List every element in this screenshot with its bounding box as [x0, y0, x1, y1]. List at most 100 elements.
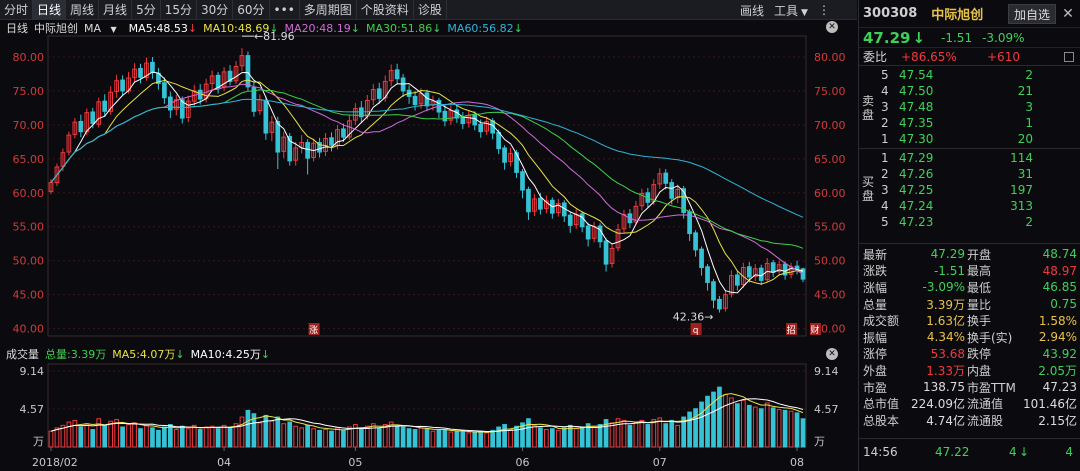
candle-body [538, 197, 543, 210]
candle-body [305, 142, 310, 159]
volume-bar [651, 419, 657, 448]
volume-bar [460, 431, 466, 448]
volume-bar [645, 424, 651, 448]
tick-row: 14:56 47.22 4 ↓ 4 [859, 443, 1080, 461]
volume-bar [162, 426, 167, 448]
stat-label: 市盈 [863, 380, 888, 395]
tick-time: 14:56 [863, 445, 898, 459]
order-book-row[interactable]: 5 47.54 2 [859, 67, 1080, 83]
close-icon[interactable]: ✕ [1060, 4, 1076, 24]
candle-body [800, 268, 806, 280]
candle-body [573, 214, 579, 226]
low-annotation: 42.36→ [673, 311, 714, 324]
order-level: 1 [881, 132, 889, 146]
order-book-row[interactable]: 4 47.24 313 [859, 198, 1080, 214]
more-options-icon[interactable]: ⋮ [813, 3, 835, 17]
volume-bar [788, 410, 794, 448]
stat-label: 流通值 [967, 397, 1004, 412]
stat-label: 涨跌 [863, 264, 888, 279]
quote-stats: 最新 47.29 开盘 48.74 涨跌 -1.51 最高 48.97 涨幅 -3.09% 最低 46… [859, 246, 1080, 429]
ma60-line [50, 98, 804, 218]
period-tab[interactable]: 周线 [66, 0, 100, 20]
candle-body [197, 89, 203, 100]
volume-bar [72, 419, 78, 448]
stock-name: 中际旭创 [931, 8, 984, 23]
period-tab[interactable]: 诊股 [414, 0, 447, 20]
volume-bar [227, 427, 233, 448]
stat-label: 涨停 [863, 347, 888, 362]
candle-body [454, 109, 460, 119]
order-book-row[interactable]: 3 47.25 197 [859, 182, 1080, 198]
weibi-row: 委比 +86.65% +610 [859, 48, 1080, 66]
candle-body [740, 266, 746, 285]
candle-body [705, 266, 710, 283]
period-tab[interactable]: 30分 [197, 0, 234, 20]
order-book-row[interactable]: 2 47.35 1 [859, 115, 1080, 131]
candle-body [597, 225, 603, 243]
volume-bar [502, 424, 507, 448]
candle-body [394, 69, 400, 80]
order-price: 47.30 [899, 132, 934, 146]
stat-value: 224.09亿 [911, 397, 965, 412]
candle-body [370, 89, 376, 101]
candle-body [693, 232, 698, 251]
period-tab[interactable]: 多周期图 [300, 0, 357, 20]
volume-bar [472, 431, 478, 448]
period-tab[interactable]: 日线 [33, 0, 67, 20]
settings-square-icon[interactable] [1064, 52, 1074, 62]
candle-body [746, 266, 752, 278]
stock-terminal: { "toolbar": { "tabs": ["分时","日线","周线","… [0, 0, 1080, 471]
period-tab[interactable]: 个股资料 [357, 0, 414, 20]
order-book-row[interactable]: 4 47.50 21 [859, 83, 1080, 99]
order-book-row[interactable]: 3 47.48 3 [859, 99, 1080, 115]
order-level: 2 [881, 167, 889, 181]
volume-bar [770, 407, 776, 448]
volume-bar [699, 401, 704, 448]
stat-label: 总市值 [863, 397, 900, 412]
candle-body [215, 74, 221, 89]
stat-label: 换手 [967, 314, 992, 329]
volume-bar [78, 426, 84, 448]
add-watchlist-button[interactable]: 加自选 [1007, 4, 1056, 24]
period-tab[interactable]: ••• [270, 0, 300, 20]
period-tab[interactable]: 15分 [161, 0, 197, 20]
volume-bar [376, 427, 382, 448]
x-axis-label: 2018/02 [32, 456, 78, 469]
period-tab[interactable]: 月线 [99, 0, 133, 20]
candle-body [502, 147, 507, 163]
kline-chart[interactable]: 80.00 80.00 75.00 75.00 70.00 70.00 65.00 65.00… [0, 0, 857, 471]
order-price: 47.26 [899, 167, 934, 181]
order-book-row[interactable]: 5 47.23 2 [859, 214, 1080, 230]
price-row: 47.29 ↓ -1.51 -3.09% [859, 28, 1080, 48]
down-arrow-icon: ↓ [912, 28, 926, 47]
sell-side-label: 卖盘 [862, 94, 875, 122]
candle-body [275, 120, 281, 153]
period-tab[interactable]: 60分 [233, 0, 270, 20]
draw-line-button[interactable]: 画线 [735, 2, 769, 19]
stock-code: 300308 [863, 6, 918, 21]
order-book-row[interactable]: 1 47.30 20 [859, 131, 1080, 147]
candle-body [388, 70, 394, 82]
volume-title: 成交量 [6, 348, 39, 361]
volume-bar [675, 424, 681, 448]
stat-label: 振幅 [863, 330, 888, 345]
candle-body [788, 266, 794, 275]
arrow-down-icon: ↓ [350, 21, 360, 35]
candle-body [329, 137, 334, 146]
period-tab[interactable]: 5分 [132, 0, 161, 20]
close-volume-icon[interactable]: ✕ [826, 348, 838, 360]
close-ma-icon[interactable]: ✕ [826, 21, 838, 33]
tools-menu-button[interactable]: 工具 ▼ [769, 2, 813, 19]
volume-bar [96, 418, 102, 448]
stat-label: 换手(实) [967, 330, 1013, 345]
period-tab[interactable]: 分时 [0, 0, 34, 20]
ma10-line [50, 79, 804, 285]
order-book-row[interactable]: 2 47.26 31 [859, 166, 1080, 182]
order-price: 47.48 [899, 100, 934, 114]
candle-body [514, 152, 519, 173]
volume-bar [138, 428, 143, 448]
event-marker-badge [786, 323, 798, 335]
order-book-row[interactable]: 1 47.29 114 [859, 150, 1080, 166]
ma-indicator-select[interactable]: MA ▼ [84, 22, 123, 35]
volume-total: 总量:3.39万 [45, 348, 107, 361]
